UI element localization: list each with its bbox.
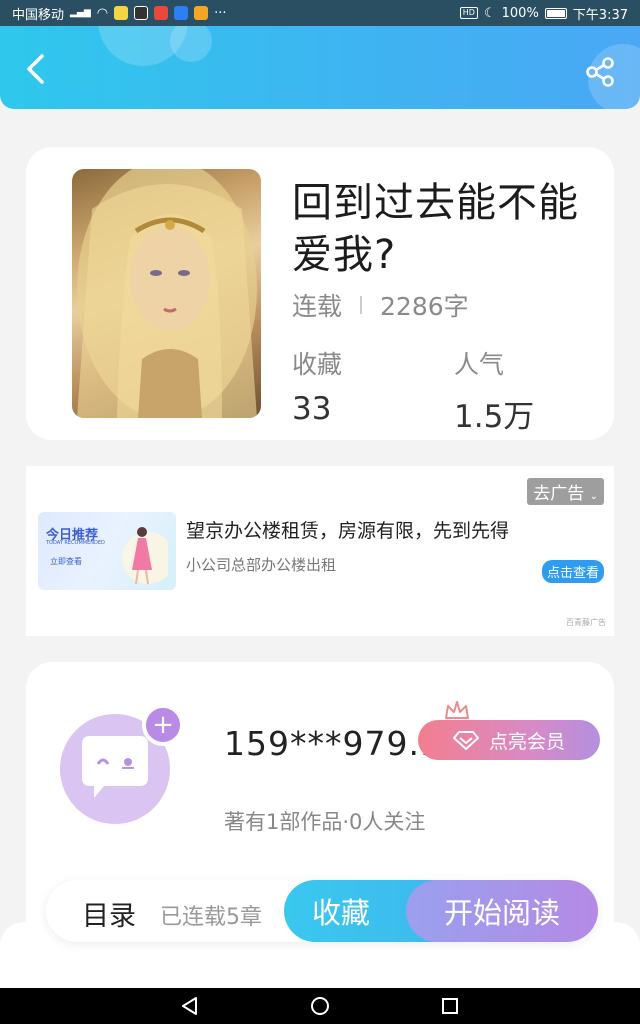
read-button-label: 开始阅读 <box>443 896 560 930</box>
app-notification-icon <box>174 6 189 20</box>
book-title: 回到过去能不能爱我? <box>292 180 579 278</box>
action-bar: 目录 已连载5章 收藏 开始阅读 <box>46 880 598 942</box>
popularity-count: 1.5万 <box>454 399 535 435</box>
woman-illustration <box>122 527 168 585</box>
chapter-count: 已连载5章 <box>160 905 262 930</box>
follow-plus-button[interactable]: + <box>142 704 184 746</box>
ad-image[interactable]: 今日推荐 TODAY RECOMMENDED 立即查看 <box>38 512 176 590</box>
nav-home-icon[interactable] <box>310 996 330 1016</box>
remove-ad-label: 去广告 <box>533 484 585 504</box>
word-count: 2286字 <box>380 292 469 321</box>
ad-source: 百青藤广告 <box>566 618 606 627</box>
more-notifications: ··· <box>214 5 227 21</box>
book-meta: 连载 2286字 <box>292 287 469 323</box>
book-info-card: 回到过去能不能爱我? 连载 2286字 收藏 33 人气 1.5万 <box>26 147 614 440</box>
favorite-button-label: 收藏 <box>312 896 371 930</box>
share-icon <box>586 57 614 87</box>
author-stats: 著有1部作品·0人关注 <box>224 810 426 834</box>
nav-back-icon[interactable] <box>180 996 200 1016</box>
favorites-count: 33 <box>292 391 332 427</box>
ad-image-button: 立即查看 <box>50 557 82 566</box>
table-of-contents-button[interactable]: 目录 <box>82 894 136 933</box>
activate-vip-button[interactable]: 点亮会员 <box>418 720 600 760</box>
ad-view-button[interactable]: 点击查看 <box>541 560 604 583</box>
ad-description: 小公司总部办公楼出租 <box>186 556 337 574</box>
start-reading-button[interactable]: 开始阅读 <box>406 880 598 942</box>
carrier-label: 中国移动 <box>12 7 65 23</box>
cover-illustration <box>77 169 257 418</box>
chevron-down-icon: ⌄ <box>589 491 598 502</box>
chevron-left-icon <box>27 54 44 84</box>
decorative-bubble <box>170 26 212 62</box>
diamond-icon <box>452 731 479 750</box>
app-notification-icon <box>194 6 209 20</box>
share-button[interactable] <box>584 56 616 88</box>
nav-recents-icon[interactable] <box>440 996 460 1016</box>
remove-ad-button[interactable]: 去广告 ⌄ <box>527 478 604 505</box>
status-bar: 中国移动 ▂▄▆ ◠ ··· HD ☾ 100% 下午3:37 <box>0 0 640 26</box>
clock: 下午3:37 <box>572 7 628 23</box>
author-name: 159***979.. <box>224 724 432 763</box>
popularity-label: 人气 <box>454 350 505 379</box>
hd-icon: HD <box>459 7 478 19</box>
app-notification-icon <box>114 6 129 20</box>
ad-image-subtitle: TODAY RECOMMENDED <box>46 540 105 546</box>
vip-button-label: 点亮会员 <box>488 730 565 753</box>
serial-status: 连载 <box>292 292 343 321</box>
ad-title: 望京办公楼租赁，房源有限，先到先得 <box>186 520 510 542</box>
meta-divider <box>360 296 363 314</box>
battery-icon <box>544 7 567 19</box>
app-notification-icon <box>134 6 149 20</box>
signal-icon: ▂▄▆ <box>70 8 91 18</box>
moon-icon: ☾ <box>483 5 496 21</box>
top-header <box>0 26 640 109</box>
crown-icon <box>445 701 469 719</box>
system-nav-bar <box>0 988 640 1024</box>
battery-percent: 100% <box>501 5 539 21</box>
wifi-icon: ◠ <box>96 5 109 21</box>
favorites-label: 收藏 <box>292 350 343 379</box>
book-cover[interactable] <box>72 169 261 418</box>
app-notification-icon <box>154 6 169 20</box>
back-button[interactable] <box>22 54 50 84</box>
ad-banner[interactable]: 去广告 ⌄ 今日推荐 TODAY RECOMMENDED 立即查看 望京办公楼租… <box>26 466 614 636</box>
